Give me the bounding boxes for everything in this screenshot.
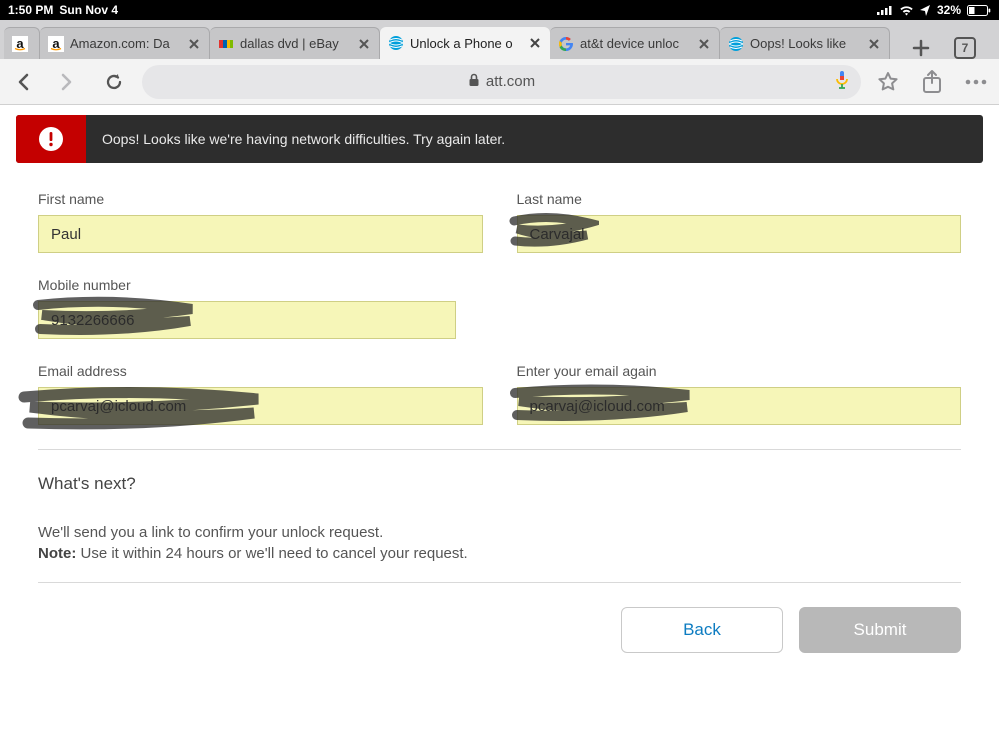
reload-button[interactable] bbox=[100, 68, 128, 96]
wifi-icon bbox=[899, 5, 914, 16]
whats-next-note: Note: Use it within 24 hours or we'll ne… bbox=[38, 543, 961, 564]
close-icon[interactable] bbox=[187, 37, 201, 51]
last-name-field: Last name bbox=[517, 191, 962, 253]
ebay-icon bbox=[218, 36, 234, 52]
new-tab-button[interactable] bbox=[910, 37, 932, 59]
mic-icon[interactable] bbox=[835, 70, 849, 94]
bookmark-button[interactable] bbox=[875, 69, 901, 95]
browser-chrome: a a Amazon.com: Da dallas dvd | eBay bbox=[0, 20, 999, 105]
google-icon bbox=[558, 36, 574, 52]
note-text: Use it within 24 hours or we'll need to … bbox=[76, 545, 467, 562]
close-icon[interactable] bbox=[528, 36, 542, 50]
email-confirm-field: Enter your email again bbox=[517, 363, 962, 425]
tab-amazon[interactable]: a bbox=[4, 27, 40, 59]
tab-google[interactable]: at&t device unloc bbox=[550, 27, 720, 59]
note-label: Note: bbox=[38, 545, 76, 562]
tab-label: Amazon.com: Da bbox=[70, 36, 181, 51]
first-name-field: First name bbox=[38, 191, 483, 253]
email-confirm-input[interactable] bbox=[517, 387, 962, 425]
amazon-icon: a bbox=[12, 36, 28, 52]
tab-label: at&t device unloc bbox=[580, 36, 691, 51]
status-time: 1:50 PM bbox=[8, 3, 53, 17]
back-button[interactable] bbox=[10, 68, 38, 96]
divider bbox=[38, 582, 961, 583]
mobile-label: Mobile number bbox=[38, 277, 456, 293]
email-confirm-label: Enter your email again bbox=[517, 363, 962, 379]
cellular-icon bbox=[877, 5, 893, 15]
tab-ebay[interactable]: dallas dvd | eBay bbox=[210, 27, 380, 59]
lock-icon bbox=[468, 73, 480, 91]
close-icon[interactable] bbox=[357, 37, 371, 51]
page-content: Oops! Looks like we're having network di… bbox=[0, 105, 999, 653]
submit-button-label: Submit bbox=[854, 620, 907, 640]
back-button[interactable]: Back bbox=[621, 607, 783, 653]
mobile-input[interactable] bbox=[38, 301, 456, 339]
browser-toolbar: att.com bbox=[0, 59, 999, 105]
location-icon bbox=[920, 5, 931, 16]
close-icon[interactable] bbox=[697, 37, 711, 51]
alert-text: Oops! Looks like we're having network di… bbox=[86, 131, 521, 147]
first-name-label: First name bbox=[38, 191, 483, 207]
omnibox-url: att.com bbox=[486, 73, 535, 90]
close-icon[interactable] bbox=[867, 37, 881, 51]
tab-count: 7 bbox=[954, 37, 976, 59]
back-button-label: Back bbox=[683, 620, 721, 640]
att-icon bbox=[388, 35, 404, 51]
tab-label: dallas dvd | eBay bbox=[240, 36, 351, 51]
battery-icon bbox=[967, 5, 991, 16]
whats-next-line1: We'll send you a link to confirm your un… bbox=[38, 522, 961, 543]
email-input[interactable] bbox=[38, 387, 483, 425]
error-alert: Oops! Looks like we're having network di… bbox=[16, 115, 983, 163]
tab-label: Unlock a Phone o bbox=[410, 36, 522, 51]
tab-label: Oops! Looks like bbox=[750, 36, 861, 51]
tab-count-button[interactable]: 7 bbox=[954, 37, 976, 59]
email-label: Email address bbox=[38, 363, 483, 379]
more-menu-button[interactable] bbox=[963, 69, 989, 95]
ios-status-bar: 1:50 PM Sun Nov 4 32% bbox=[0, 0, 999, 20]
whats-next-section: What's next? We'll send you a link to co… bbox=[38, 474, 961, 564]
email-field: Email address bbox=[38, 363, 483, 425]
submit-button[interactable]: Submit bbox=[799, 607, 961, 653]
forward-button[interactable] bbox=[52, 68, 80, 96]
tab-att-oops[interactable]: Oops! Looks like bbox=[720, 27, 890, 59]
tab-strip: a a Amazon.com: Da dallas dvd | eBay bbox=[0, 20, 999, 59]
last-name-input[interactable] bbox=[517, 215, 962, 253]
tab-att-unlock[interactable]: Unlock a Phone o bbox=[380, 27, 550, 59]
whats-next-heading: What's next? bbox=[38, 474, 961, 494]
amazon-icon: a bbox=[48, 36, 64, 52]
att-icon bbox=[728, 36, 744, 52]
alert-icon bbox=[16, 115, 86, 163]
divider bbox=[38, 449, 961, 450]
battery-percent: 32% bbox=[937, 3, 961, 17]
tab-amazon-2[interactable]: a Amazon.com: Da bbox=[40, 27, 210, 59]
last-name-label: Last name bbox=[517, 191, 962, 207]
first-name-input[interactable] bbox=[38, 215, 483, 253]
share-button[interactable] bbox=[919, 69, 945, 95]
address-bar[interactable]: att.com bbox=[142, 65, 861, 99]
status-date: Sun Nov 4 bbox=[59, 3, 118, 17]
mobile-field: Mobile number bbox=[38, 277, 456, 339]
